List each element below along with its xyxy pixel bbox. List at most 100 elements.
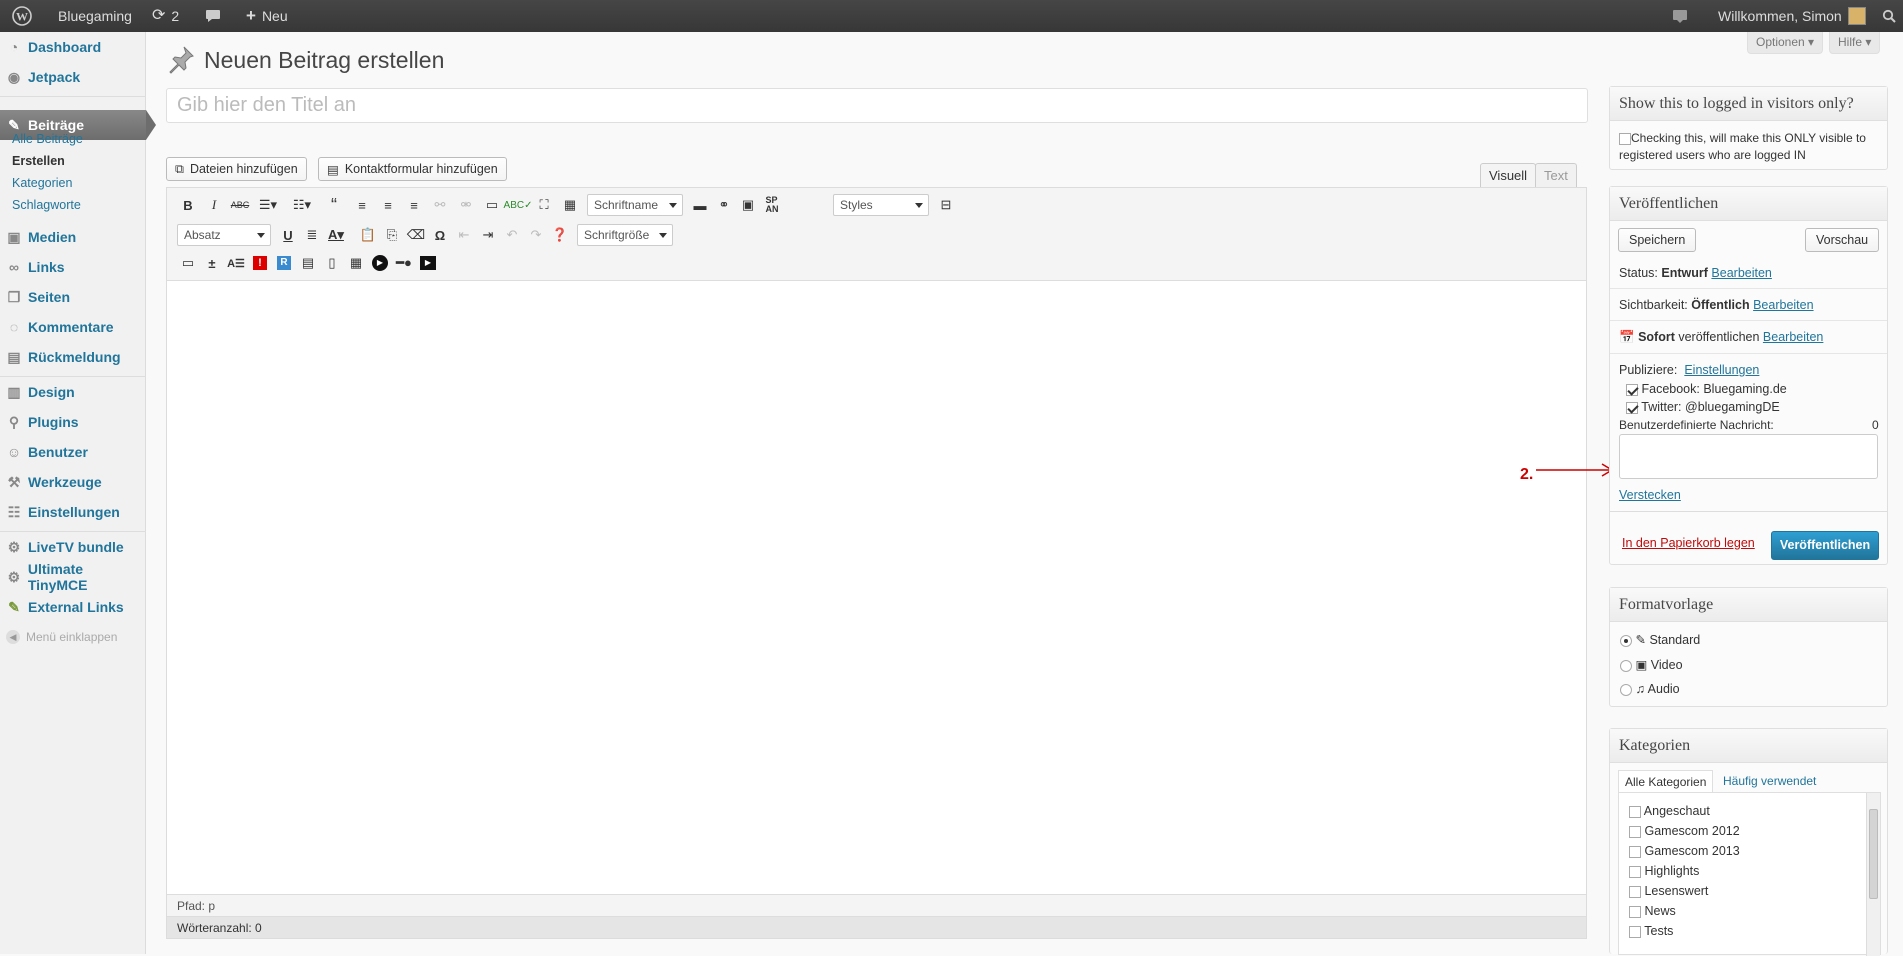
align-right-icon[interactable]: ≡ [403,194,425,216]
columns-icon[interactable]: ▤ [297,252,319,274]
format-option-audio[interactable]: ♫ Audio [1620,682,1680,696]
button-shortcode-icon[interactable]: ▭ [177,252,199,274]
bold-icon[interactable]: B [177,194,199,216]
indent-icon[interactable]: ⇥ [477,224,499,246]
format-option-standard[interactable]: ✎ Standard [1620,632,1700,647]
fullscreen-icon[interactable]: ⛶ [533,194,555,216]
tab-visual[interactable]: Visuell [1480,163,1537,189]
sidebar-item-plugins[interactable]: ⚲ Plugins [0,407,146,437]
category-item-gamescom-2013[interactable]: Gamescom 2013 [1629,844,1740,858]
twitter-share-checkbox[interactable]: Twitter: @bluegamingDE [1626,400,1780,414]
info-box-icon[interactable]: R [273,252,295,274]
edit-visibility-link[interactable]: Bearbeiten [1753,298,1813,312]
paste-word-icon[interactable]: ⎘ [381,224,403,246]
link-icon[interactable]: ⚯ [429,194,451,216]
add-contact-form-button[interactable]: ▤ Kontaktformular hinzufügen [318,157,507,181]
site-name-link[interactable]: Bluegaming [58,0,132,32]
submenu-tags[interactable]: Schlagworte [12,198,81,212]
sidebar-item-comments[interactable]: ◌ Kommentare [0,312,146,342]
numbered-list-icon[interactable]: ☷▾ [291,194,313,216]
kitchen-sink-icon[interactable]: ▦ [559,194,581,216]
category-item-tests[interactable]: Tests [1629,924,1673,938]
omega-icon[interactable]: Ω [429,224,451,246]
slider-icon[interactable]: ━● [393,252,415,274]
format-standard-radio[interactable] [1620,634,1632,647]
format-video-radio[interactable] [1620,659,1632,672]
category-item-news[interactable]: News [1629,904,1676,918]
sidebar-item-users[interactable]: ☺ Benutzer [0,437,146,467]
sidebar-item-livetv-bundle[interactable]: ⚙ LiveTV bundle [0,532,146,562]
outdent-icon[interactable]: ⇤ [453,224,475,246]
paste-text-icon[interactable]: 📋 [357,224,379,246]
sidebar-item-feedback[interactable]: ▤ Rückmeldung [0,342,146,372]
text-direction-icon[interactable]: A☰ [225,252,247,274]
hide-publicize-link[interactable]: Verstecken [1619,488,1681,502]
publish-button[interactable]: Veröffentlichen [1771,531,1879,560]
blockquote-icon[interactable]: “ [323,194,345,216]
align-center-icon[interactable]: ≡ [377,194,399,216]
category-item-lesenswert[interactable]: Lesenswert [1629,884,1708,898]
trash-link[interactable]: In den Papierkorb legen [1622,536,1755,550]
facebook-checkbox-box[interactable] [1626,383,1638,396]
font-name-select[interactable]: Schriftname [587,194,683,216]
find-icon[interactable]: ⚭ [713,194,735,216]
sidebar-item-design[interactable]: ▥ Design [0,377,146,407]
twitter-checkbox-box[interactable] [1626,401,1638,414]
submenu-all-posts[interactable]: Alle Beiträge [12,132,83,146]
align-left-icon[interactable]: ≡ [351,194,373,216]
play-icon[interactable]: ▶ [369,252,391,274]
account-menu[interactable]: Willkommen, Simon [1718,0,1866,32]
warning-box-icon[interactable]: ! [249,252,271,274]
spellcheck-icon[interactable]: ABC✓ [504,194,533,216]
add-media-button[interactable]: ⧉ Dateien hinzufügen [166,157,307,181]
styles-select[interactable]: Styles [833,194,929,216]
justify-icon[interactable]: ≣ [301,224,323,246]
font-size-select[interactable]: Schriftgröße [577,224,673,246]
sidebar-item-external-links[interactable]: ✎ External Links [0,592,146,622]
save-draft-button[interactable]: Speichern [1618,228,1697,252]
underline-icon[interactable]: U [277,224,299,246]
text-color-icon[interactable]: A▾ [325,224,347,246]
sidebar-item-media[interactable]: ▣ Medien [0,222,146,252]
new-content-link[interactable]: + Neu [246,0,288,32]
table-icon[interactable]: ▦ [345,252,367,274]
edit-schedule-link[interactable]: Bearbeiten [1763,330,1823,344]
format-audio-radio[interactable] [1620,683,1632,696]
sidebar-item-pages[interactable]: ❐ Seiten [0,282,146,312]
search-icon[interactable] [1882,0,1896,32]
post-title-input[interactable]: Gib hier den Titel an [166,88,1588,123]
sidebar-item-dashboard[interactable]: ◔ Dashboard [0,32,146,62]
category-item-gamescom-2012[interactable]: Gamescom 2012 [1629,824,1740,838]
submenu-categories[interactable]: Kategorien [12,176,72,190]
collapse-menu-button[interactable]: ◀ Menü einklappen [6,630,117,644]
wordpress-logo-icon[interactable]: W [12,0,32,32]
preview-button[interactable]: Vorschau [1805,228,1880,252]
more-tag-icon[interactable]: ▭ [481,194,503,216]
eraser-icon[interactable]: ⌫ [405,224,427,246]
undo-icon[interactable]: ↶ [501,224,523,246]
comments-bubble-icon[interactable] [205,0,221,32]
video-player-icon[interactable]: ▶ [417,252,439,274]
horizontal-rule-icon[interactable]: ▬ [689,194,711,216]
sidebar-item-ultimate-tinymce[interactable]: ⚙ Ultimate TinyMCE [0,561,146,593]
facebook-share-checkbox[interactable]: Facebook: Bluegaming.de [1626,382,1787,396]
sidebar-item-tools[interactable]: ⚒ Werkzeuge [0,467,146,497]
sidebar-item-settings[interactable]: ☷ Einstellungen [0,497,146,527]
tab-text[interactable]: Text [1535,163,1577,188]
sidebar-item-jetpack[interactable]: ◉ Jetpack [0,62,146,92]
tab-frequent-categories[interactable]: Häufig verwendet [1723,774,1816,788]
custom-message-textarea[interactable] [1619,434,1878,479]
category-item-highlights[interactable]: Highlights [1629,864,1699,878]
edit-status-link[interactable]: Bearbeiten [1711,266,1771,280]
page-break-icon[interactable]: ⊟ [935,194,957,216]
plus-minus-icon[interactable]: ± [201,252,223,274]
image-icon[interactable]: ▣ [737,194,759,216]
paragraph-format-select[interactable]: Absatz [177,224,271,246]
submenu-new-post[interactable]: Erstellen [12,154,65,168]
document-icon[interactable]: ▯ [321,252,343,274]
category-scrollbar[interactable] [1866,793,1880,956]
unlink-icon[interactable]: ⚮ [455,194,477,216]
strikethrough-icon[interactable]: ABC [229,194,251,216]
category-scrollbar-thumb[interactable] [1869,809,1878,899]
updates-link[interactable]: ⟳ 2 [152,0,179,32]
